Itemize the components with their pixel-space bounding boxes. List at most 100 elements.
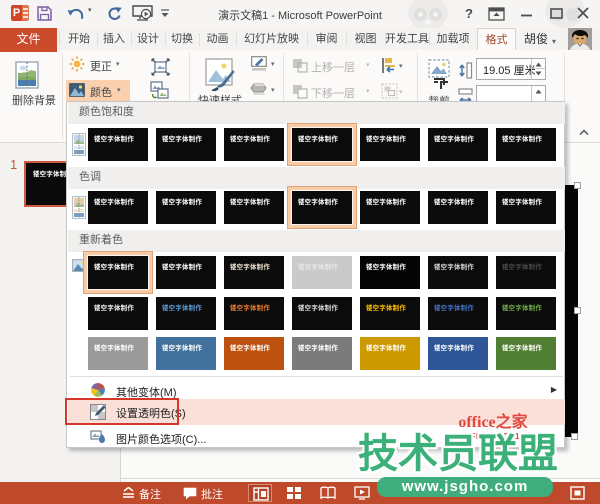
height-spinner[interactable] bbox=[531, 59, 545, 79]
selection-pane-icon[interactable] bbox=[381, 57, 397, 74]
thumb-text: 镂空字体制作 bbox=[502, 198, 543, 206]
gallery-thumb-rc2-3[interactable]: 镂空字体制作 bbox=[224, 297, 284, 330]
thumb-text: 镂空字体制作 bbox=[162, 344, 203, 352]
user-name[interactable]: 胡俊 bbox=[524, 28, 548, 51]
gallery-thumb-sat-2[interactable]: 镂空字体制作 bbox=[156, 128, 216, 161]
gallery-thumb-rc2-4[interactable]: 镂空字体制作 bbox=[292, 297, 352, 330]
gallery-thumb-rc2-7[interactable]: 镂空字体制作 bbox=[496, 297, 556, 330]
gallery-thumb-tone-2[interactable]: 镂空字体制作 bbox=[156, 191, 216, 224]
gallery-thumb-rc1-7[interactable]: 镂空字体制作 bbox=[496, 256, 556, 289]
tab-file[interactable]: 文件 bbox=[0, 28, 57, 52]
slide-sorter-view-button[interactable] bbox=[282, 484, 306, 502]
tab-addins[interactable]: 加载项 bbox=[429, 28, 477, 50]
selection-pane-dropdown-icon[interactable]: ▾ bbox=[399, 62, 403, 70]
gallery-thumb-sat-4[interactable]: 镂空字体制作 bbox=[288, 124, 356, 165]
tab-separator bbox=[346, 33, 347, 46]
gallery-thumb-rc3-2[interactable]: 镂空字体制作 bbox=[156, 337, 216, 370]
gallery-thumb-tone-5[interactable]: 镂空字体制作 bbox=[360, 191, 420, 224]
height-icon bbox=[459, 62, 473, 79]
watermark-alliance: 技术员联盟 bbox=[358, 432, 558, 476]
picture-border-icon[interactable] bbox=[251, 56, 267, 71]
gallery-thumb-rc1-3[interactable]: 镂空字体制作 bbox=[224, 256, 284, 289]
thumb-text: 镂空字体制作 bbox=[502, 304, 543, 312]
thumb-text: 镂空字体制作 bbox=[94, 304, 135, 312]
normal-view-button[interactable] bbox=[248, 484, 272, 502]
thumb-text: 镂空字体制作 bbox=[366, 135, 407, 143]
thumb-text: 镂空字体制作 bbox=[366, 344, 407, 352]
gallery-thumb-rc1-5[interactable]: 镂空字体制作 bbox=[360, 256, 420, 289]
gallery-thumb-rc2-6[interactable]: 镂空字体制作 bbox=[428, 297, 488, 330]
reading-view-button[interactable] bbox=[316, 484, 340, 502]
tab-review[interactable]: 审阅 bbox=[307, 28, 346, 50]
notes-icon[interactable] bbox=[122, 487, 135, 499]
height-field[interactable]: 19.05 厘米 bbox=[476, 58, 546, 80]
compress-pictures-icon[interactable] bbox=[151, 58, 170, 76]
tab-format[interactable]: 格式 bbox=[477, 28, 516, 50]
gallery-thumb-sat-5[interactable]: 镂空字体制作 bbox=[360, 128, 420, 161]
gallery-thumb-tone-7[interactable]: 镂空字体制作 bbox=[496, 191, 556, 224]
tab-slideshow[interactable]: 幻灯片放映 bbox=[236, 28, 307, 50]
slideshow-view-button[interactable] bbox=[350, 484, 374, 502]
comments-icon[interactable] bbox=[183, 487, 197, 500]
gallery-thumb-tone-6[interactable]: 镂空字体制作 bbox=[428, 191, 488, 224]
picture-effects-dropdown-icon[interactable]: ▾ bbox=[271, 86, 275, 94]
tab-transitions[interactable]: 切换 bbox=[165, 28, 199, 50]
gallery-thumb-rc2-2[interactable]: 镂空字体制作 bbox=[156, 297, 216, 330]
tab-developer[interactable]: 开发工具 bbox=[385, 28, 429, 50]
gallery-thumb-tone-3[interactable]: 镂空字体制作 bbox=[224, 191, 284, 224]
picture-effects-icon[interactable] bbox=[250, 82, 267, 97]
change-picture-icon[interactable] bbox=[150, 81, 169, 99]
tab-home[interactable]: 开始 bbox=[61, 28, 97, 50]
thumb-text: 镂空字体制作 bbox=[502, 263, 543, 271]
maximize-button[interactable] bbox=[549, 6, 564, 21]
gallery-thumb-rc1-1[interactable]: 镂空字体制作 bbox=[84, 252, 152, 293]
notes-button[interactable]: 备注 bbox=[139, 486, 161, 502]
gallery-thumb-rc2-1[interactable]: 镂空字体制作 bbox=[88, 297, 148, 330]
user-avatar[interactable] bbox=[568, 28, 592, 50]
ribbon-display-options-icon[interactable] bbox=[488, 7, 505, 21]
help-button[interactable]: ? bbox=[465, 6, 473, 21]
tab-view[interactable]: 视图 bbox=[346, 28, 385, 50]
gallery-thumb-sat-3[interactable]: 镂空字体制作 bbox=[224, 128, 284, 161]
tab-separator bbox=[59, 33, 60, 46]
minimize-button[interactable] bbox=[519, 6, 534, 21]
gallery-thumb-rc3-7[interactable]: 镂空字体制作 bbox=[496, 337, 556, 370]
collapse-ribbon-icon[interactable] bbox=[578, 128, 590, 139]
gallery-thumb-tone-4[interactable]: 镂空字体制作 bbox=[288, 187, 356, 228]
gallery-thumb-tone-1[interactable]: 镂空字体制作 bbox=[88, 191, 148, 224]
gallery-thumb-rc1-4[interactable]: 镂空字体制作 bbox=[292, 256, 352, 289]
picture-border-dropdown-icon[interactable]: ▾ bbox=[271, 60, 275, 68]
section-tone: 色调 bbox=[68, 167, 565, 189]
picture-color-options-icon bbox=[90, 430, 105, 443]
comments-button[interactable]: 批注 bbox=[201, 486, 223, 502]
close-button[interactable] bbox=[575, 5, 591, 21]
thumb-text: 镂空字体制作 bbox=[434, 304, 475, 312]
title-bar: P ▾ 演示文稿1 - Microsoft PowerPoint ? bbox=[0, 0, 600, 30]
gallery-thumb-sat-6[interactable]: 镂空字体制作 bbox=[428, 128, 488, 161]
tab-separator bbox=[165, 33, 166, 46]
thumb-text: 镂空字体制作 bbox=[94, 263, 135, 271]
tab-insert[interactable]: 插入 bbox=[97, 28, 131, 50]
picture-handle-top[interactable] bbox=[574, 182, 581, 189]
thumb-text: 镂空字体制作 bbox=[502, 135, 543, 143]
thumb-text: 镂空字体制作 bbox=[434, 198, 475, 206]
fit-to-window-icon[interactable] bbox=[570, 486, 585, 500]
powerpoint-window: P ▾ 演示文稿1 - Microsoft PowerPoint ? 文件 开始… bbox=[0, 0, 600, 504]
gallery-thumb-rc2-5[interactable]: 镂空字体制作 bbox=[360, 297, 420, 330]
gallery-thumb-rc3-4[interactable]: 镂空字体制作 bbox=[292, 337, 352, 370]
gallery-thumb-rc1-6[interactable]: 镂空字体制作 bbox=[428, 256, 488, 289]
tab-animations[interactable]: 动画 bbox=[199, 28, 236, 50]
color-button[interactable]: 颜色 ▾ bbox=[66, 80, 130, 101]
picture-handle-bottom[interactable] bbox=[571, 433, 578, 440]
tab-design[interactable]: 设计 bbox=[131, 28, 165, 50]
gallery-thumb-rc3-6[interactable]: 镂空字体制作 bbox=[428, 337, 488, 370]
gallery-thumb-rc3-5[interactable]: 镂空字体制作 bbox=[360, 337, 420, 370]
gallery-thumb-rc1-2[interactable]: 镂空字体制作 bbox=[156, 256, 216, 289]
picture-handle-middle[interactable] bbox=[574, 307, 581, 314]
gallery-thumb-rc3-3[interactable]: 镂空字体制作 bbox=[224, 337, 284, 370]
gallery-thumb-sat-1[interactable]: 镂空字体制作 bbox=[88, 128, 148, 161]
send-backward-label: 下移一层 bbox=[311, 88, 355, 100]
gallery-thumb-rc3-1[interactable]: 镂空字体制作 bbox=[88, 337, 148, 370]
gallery-thumb-sat-7[interactable]: 镂空字体制作 bbox=[496, 128, 556, 161]
user-dropdown-icon[interactable]: ▾ bbox=[552, 37, 556, 46]
